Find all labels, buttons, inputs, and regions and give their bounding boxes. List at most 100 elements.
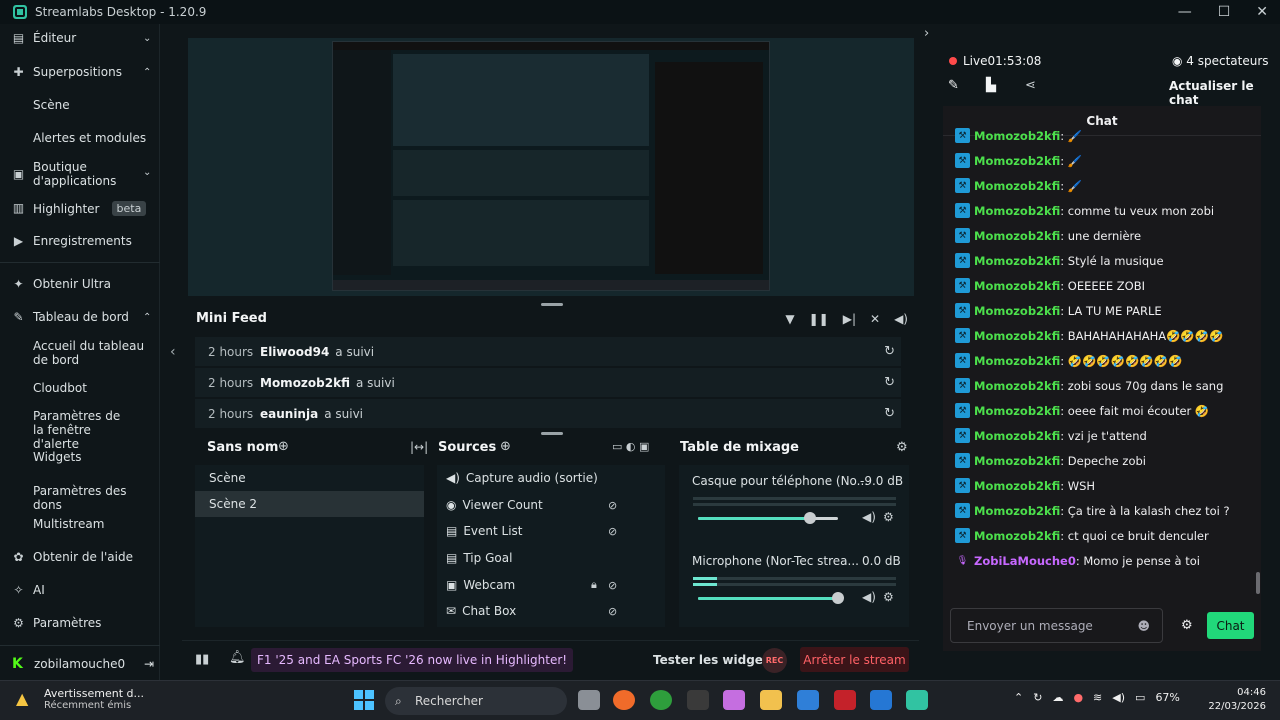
volume-slider[interactable] (698, 592, 844, 604)
source-item[interactable]: ✉ Chat Box ⊘ (446, 604, 646, 618)
lock-icon[interactable]: 🔒︎ (591, 578, 597, 592)
sidebar-item-dons[interactable]: Paramètres des dons (33, 484, 159, 512)
chat-username[interactable]: Momozob2kfi (974, 379, 1060, 393)
speaker-icon[interactable]: ◀) (1112, 691, 1125, 704)
taskbar-search[interactable]: ⌕ Rechercher (385, 687, 567, 715)
chat-username[interactable]: Momozob2kfi (974, 154, 1060, 168)
volume-icon[interactable]: ◀) (894, 312, 908, 326)
chat-username[interactable]: Momozob2kfi (974, 279, 1060, 293)
tray-chevron-icon[interactable]: ⌃ (1014, 691, 1023, 704)
chat-settings-icon[interactable]: ⚙ (1181, 618, 1193, 633)
xbox-icon[interactable] (650, 690, 672, 710)
logout-icon[interactable]: ⇥ (144, 657, 154, 671)
visibility-off-icon[interactable]: ⊘ (608, 525, 617, 538)
chat-username[interactable]: Momozob2kfi (974, 204, 1060, 218)
windows-start-icon[interactable] (354, 690, 374, 710)
chevron-up-icon[interactable]: ⌃ (143, 67, 151, 78)
record-button[interactable]: REC (762, 648, 787, 673)
slider-knob[interactable] (832, 592, 844, 604)
dashboard-icon[interactable]: ▙ (986, 78, 996, 93)
replay-icon[interactable]: ↻ (884, 375, 895, 390)
add-source-icon[interactable]: ⊕ (500, 439, 511, 454)
sidebar-item-highlighter[interactable]: ▥ Highlighter beta (12, 201, 147, 216)
sidebar-item-multistream[interactable]: Multistream (33, 517, 104, 531)
stop-stream-button[interactable]: Arrêter le stream (800, 647, 909, 672)
cloud-icon[interactable]: ☁ (1052, 691, 1063, 704)
sidebar-item-alertes[interactable]: Alertes et modules (33, 131, 146, 145)
chat-username[interactable]: Momozob2kfi (974, 529, 1060, 543)
taskbar-notification[interactable]: ▲ Avertissement d... Récemment émis (16, 687, 144, 711)
chat-username[interactable]: Momozob2kfi (974, 354, 1060, 368)
scene-item[interactable]: Scène (195, 465, 424, 491)
minimize-icon[interactable]: — (1178, 4, 1192, 20)
chat-username[interactable]: Momozob2kfi (974, 329, 1060, 343)
firefox-icon[interactable] (613, 690, 635, 710)
collapse-live-dock-icon[interactable]: › (924, 26, 929, 41)
highlighter-promo[interactable]: F1 '25 and EA Sports FC '26 now live in … (251, 648, 574, 672)
mail-icon[interactable] (870, 690, 892, 710)
source-tools-icon[interactable]: ▭ ◐ ▣ (612, 440, 649, 453)
chevron-down-icon[interactable]: ⌄ (143, 167, 151, 178)
stats-icon[interactable]: ▮▮ (195, 652, 209, 667)
sidebar-item-scene[interactable]: Scène (33, 98, 70, 112)
wifi-icon[interactable]: ≋ (1093, 691, 1102, 704)
sidebar-item-widgets[interactable]: Widgets (33, 450, 82, 464)
sidebar-item-editeur[interactable]: ▤ Éditeur (12, 31, 76, 45)
copilot-icon[interactable] (723, 690, 745, 710)
skip-icon[interactable]: ▶| (843, 312, 856, 326)
sidebar-item-cloudbot[interactable]: Cloudbot (33, 381, 87, 395)
stream-preview[interactable] (188, 38, 914, 296)
visibility-off-icon[interactable]: ⊘ (608, 499, 617, 512)
replay-icon[interactable]: ↻ (884, 406, 895, 421)
source-item[interactable]: ◉ Viewer Count ⊘ (446, 498, 646, 512)
source-item[interactable]: ▤ Event List ⊘ (446, 524, 646, 538)
share-icon[interactable]: ⋖ (1025, 78, 1036, 93)
volume-icon[interactable]: ◀) (862, 510, 876, 524)
task-view-icon[interactable] (578, 690, 600, 710)
visibility-off-icon[interactable]: ⊘ (608, 579, 617, 592)
send-chat-button[interactable]: Chat (1207, 612, 1254, 639)
scene-item-selected[interactable]: Scène 2 (195, 491, 424, 517)
battery-icon[interactable]: ▭ (1135, 691, 1145, 704)
chevron-up-icon[interactable]: ⌃ (143, 312, 151, 323)
close-icon[interactable]: ✕ (1256, 4, 1268, 20)
chat-username[interactable]: Momozob2kfi (974, 504, 1060, 518)
chat-username[interactable]: Momozob2kfi (974, 254, 1060, 268)
microphone-icon[interactable]: ● (1073, 691, 1083, 704)
sidebar-item-tableau[interactable]: ✎ Tableau de bord (12, 310, 128, 324)
taskbar-clock[interactable]: 04:46 22/03/2026 (1206, 686, 1266, 714)
test-widgets-button[interactable]: Tester les widgets (653, 653, 776, 667)
file-explorer-icon[interactable] (760, 690, 782, 710)
sidebar-item-ultra[interactable]: ✦ Obtenir Ultra (12, 277, 110, 291)
chat-username[interactable]: Momozob2kfi (974, 454, 1060, 468)
mixer-settings-icon[interactable]: ⚙ (896, 440, 908, 455)
gear-icon[interactable]: ⚙ (883, 510, 894, 524)
resize-handle[interactable] (541, 432, 563, 435)
sidebar-item-aide[interactable]: ✿ Obtenir de l'aide (12, 550, 133, 564)
streamlabs-taskbar-icon[interactable] (906, 690, 928, 710)
sidebar-item-enregistrements[interactable]: ▶ Enregistrements (12, 234, 132, 248)
chat-username[interactable]: Momozob2kfi (974, 429, 1060, 443)
emoji-icon[interactable]: ☻ (1137, 619, 1150, 633)
chat-username[interactable]: Momozob2kfi (974, 229, 1060, 243)
sync-icon[interactable]: ↻ (1033, 691, 1042, 704)
edit-stream-icon[interactable]: ✎ (948, 78, 959, 93)
system-tray[interactable]: ⌃ ↻ ☁ ● ≋ ◀) ▭ 67% (1014, 691, 1180, 704)
user-bar[interactable]: K zobilamouche0 ⇥ (0, 649, 160, 679)
source-item[interactable]: ▣ Webcam 🔒︎ ⊘ (446, 578, 646, 592)
sidebar-item-accueil[interactable]: Accueil du tableau de bord (33, 339, 153, 367)
filter-icon[interactable]: ▼ (785, 312, 794, 326)
visibility-off-icon[interactable]: ⊘ (608, 605, 617, 618)
chat-username[interactable]: Momozob2kfi (974, 179, 1060, 193)
scene-collection-title[interactable]: Sans nom (207, 440, 278, 455)
chat-username[interactable]: Momozob2kfi (974, 404, 1060, 418)
sidebar-item-superpositions[interactable]: ✚ Superpositions (12, 65, 121, 79)
replay-icon[interactable]: ↻ (884, 344, 895, 359)
maximize-icon[interactable]: ☐ (1218, 4, 1231, 20)
collapse-sidebar-icon[interactable]: ‹ (170, 344, 176, 360)
mute-alerts-icon[interactable]: ✕ (870, 312, 880, 326)
sidebar-item-params-alerte[interactable]: Paramètres de la fenêtre d'alerte (33, 409, 133, 451)
chat-username[interactable]: Momozob2kfi (974, 129, 1060, 143)
sidebar-item-ai[interactable]: ✧ AI (12, 583, 44, 597)
source-item[interactable]: ◀) Capture audio (sortie) (446, 471, 598, 485)
